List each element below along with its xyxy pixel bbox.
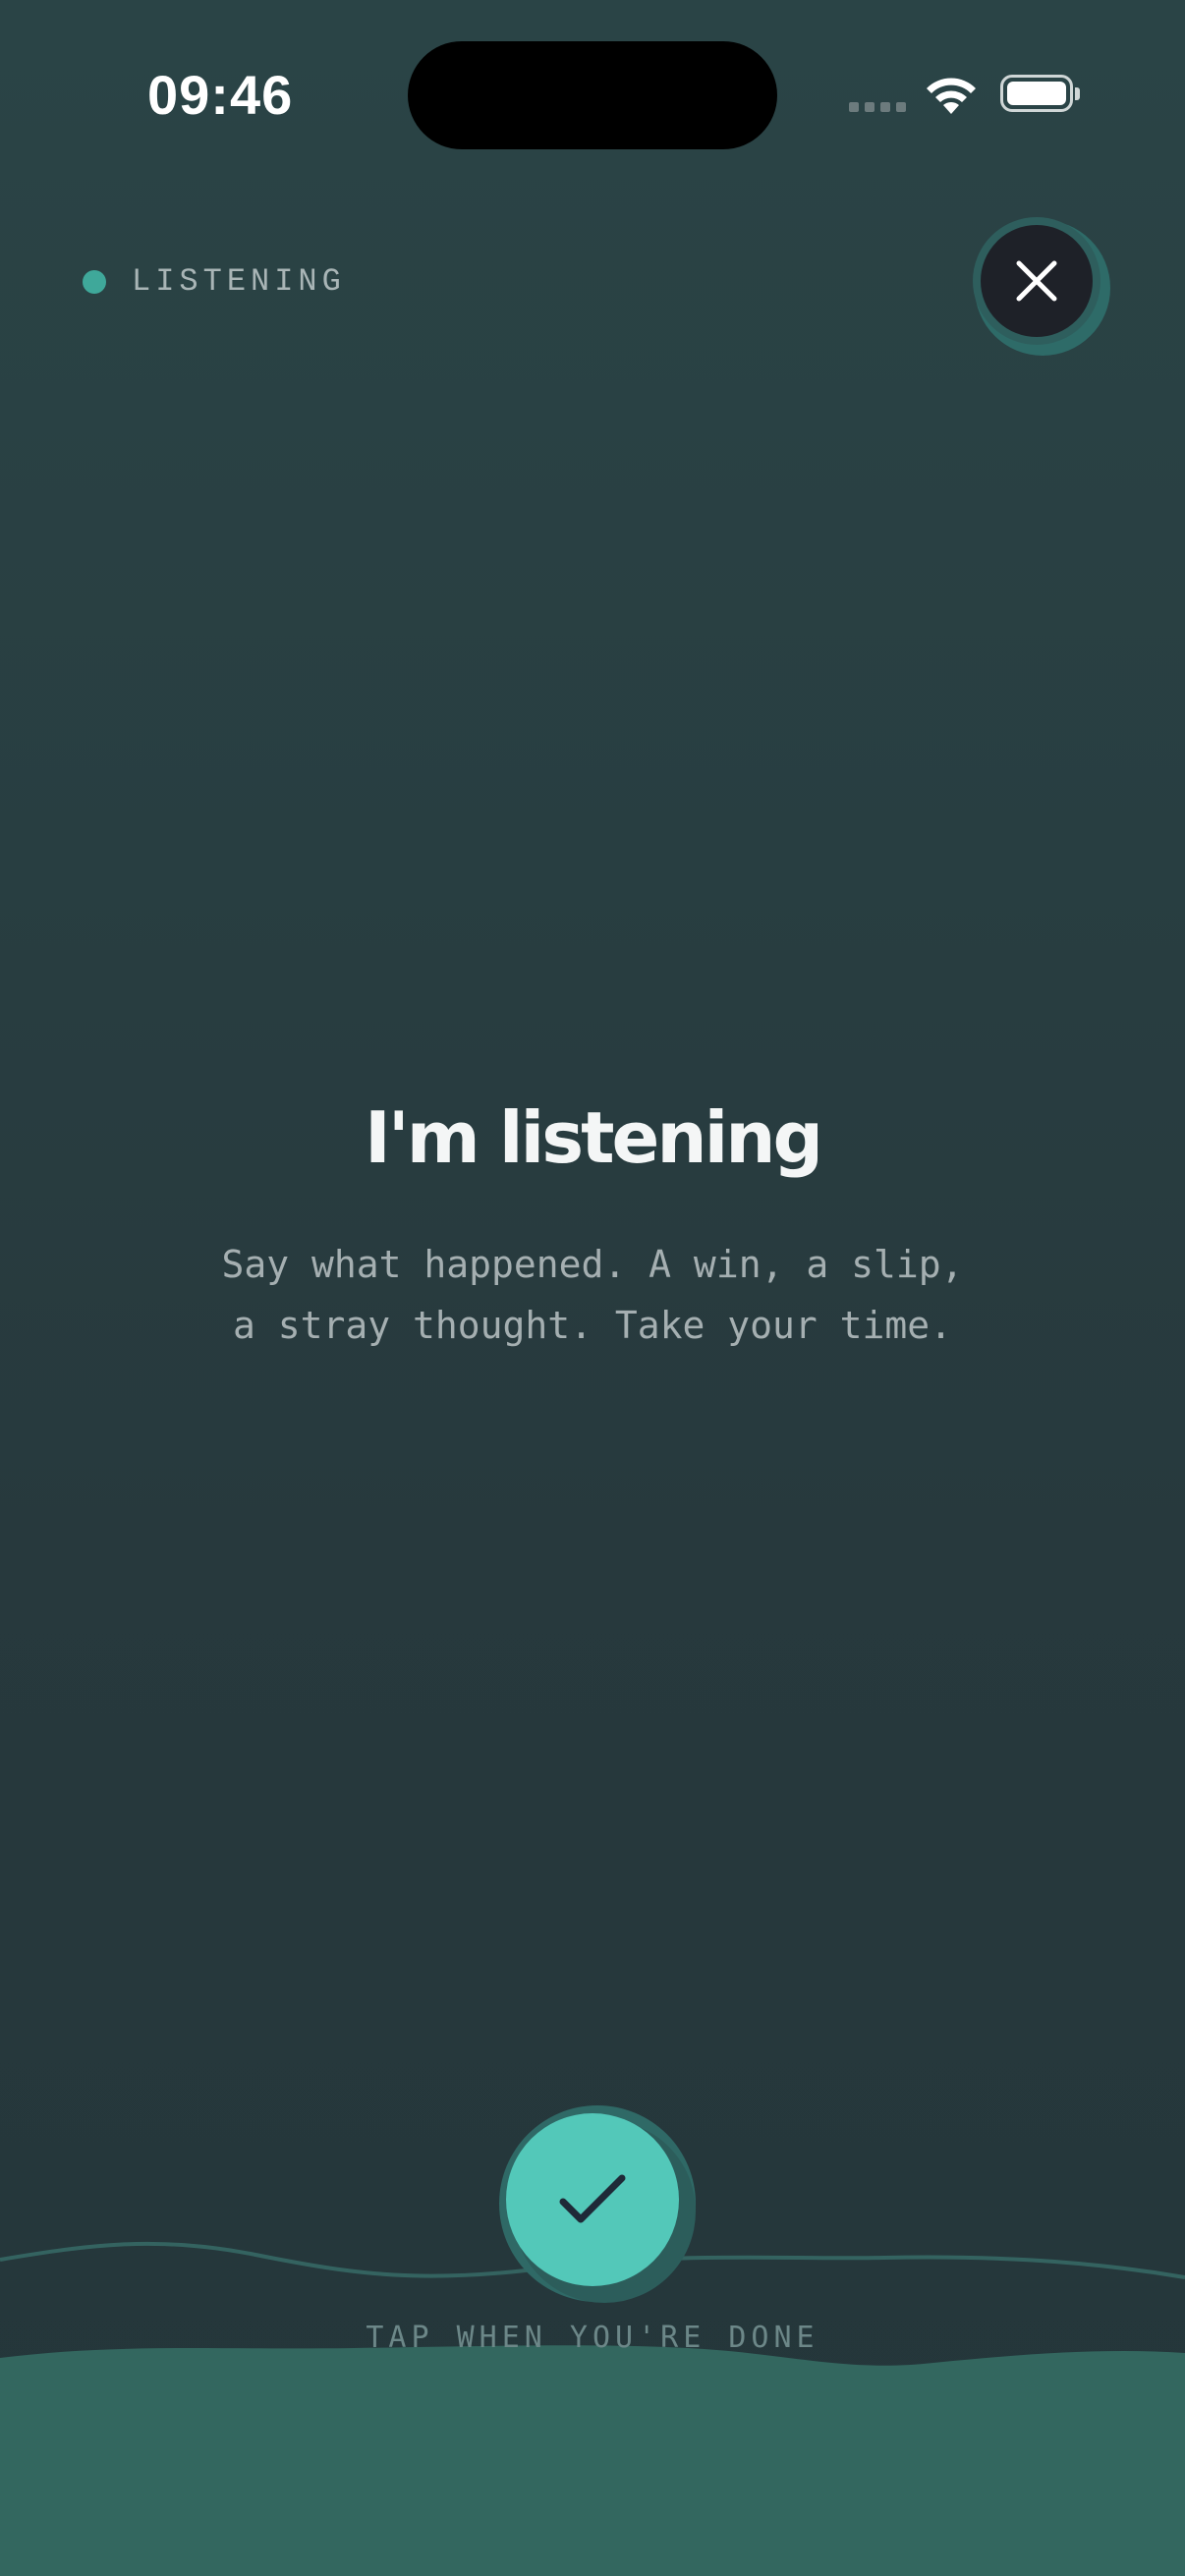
done-hint: TAP WHEN YOU'RE DONE [366,2321,819,2355]
page-title: I'm listening [364,1096,823,1179]
recording-dot-icon [83,269,106,294]
wifi-icon [924,75,979,121]
status-time: 09:46 [147,64,294,126]
subtitle-line-1: Say what happened. A win, a slip, [221,1243,964,1286]
close-button[interactable] [973,217,1100,345]
checkmark-icon [559,2174,626,2223]
listening-label: LISTENING [132,263,346,300]
cellular-signal-icon [849,102,908,114]
listening-indicator: LISTENING [83,263,346,300]
battery-icon [1000,75,1080,112]
page-subtitle: Say what happened. A win, a slip, a stra… [147,1234,1038,1356]
subtitle-line-2: a stray thought. Take your time. [232,1304,953,1347]
done-button[interactable] [506,2113,679,2286]
dynamic-island [408,41,777,149]
close-icon [1016,260,1057,302]
